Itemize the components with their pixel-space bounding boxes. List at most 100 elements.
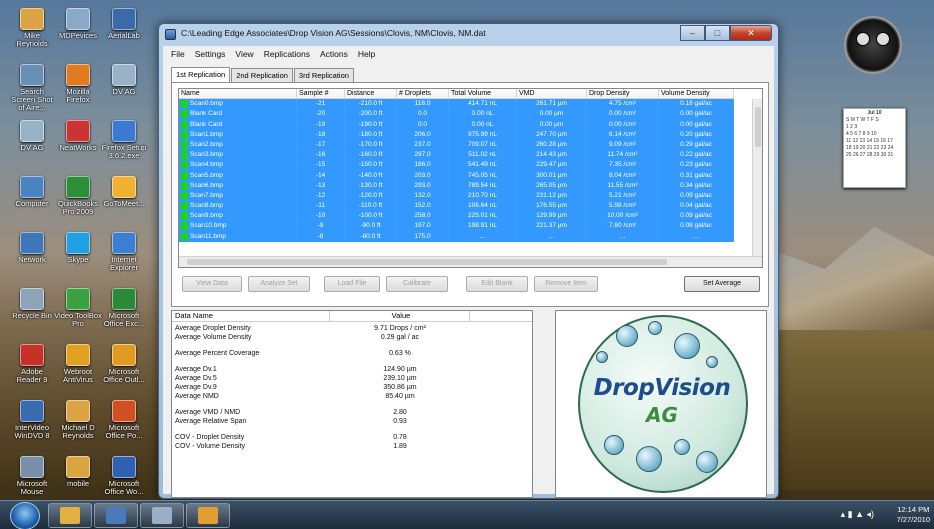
desktop-icon[interactable]: DV AG bbox=[100, 64, 148, 96]
calendar-row: 4 5 6 7 8 9 10 bbox=[846, 131, 877, 137]
table-row[interactable]: Scan5.bmp -14 -140.0 ft 203.0 745.05 nL 300.0… bbox=[179, 170, 762, 181]
column-header[interactable]: Volume Density bbox=[659, 89, 734, 100]
desktop-icon[interactable]: Adobe Reader 9 bbox=[8, 344, 56, 384]
table-row[interactable]: Scan3.bmp -16 -160.0 ft 297.0 511.02 nL 214.4… bbox=[179, 150, 762, 161]
stats-row: Average Dv.5 239.10 µm bbox=[172, 374, 532, 383]
desktop-icon[interactable]: Microsoft Office Outl... bbox=[100, 344, 148, 384]
table-cell: 0.23 gal/ac bbox=[659, 160, 734, 171]
column-header[interactable]: Total Volume bbox=[449, 89, 517, 100]
desktop-icon[interactable]: Internet Explorer bbox=[100, 232, 148, 272]
column-header[interactable]: # Droplets bbox=[397, 89, 449, 100]
column-header[interactable]: Distance bbox=[345, 89, 397, 100]
desktop-icon[interactable]: Microsoft Office Exc... bbox=[100, 288, 148, 328]
table-row[interactable]: Scan9.bmp -10 -100.0 ft 258.0 225.01 nL 129.9… bbox=[179, 211, 762, 222]
desktop-icon[interactable]: MDPevices bbox=[54, 8, 102, 40]
vertical-scrollbar[interactable] bbox=[752, 99, 762, 256]
scroll-thumb[interactable] bbox=[755, 107, 761, 147]
column-header[interactable]: Drop Density bbox=[587, 89, 659, 100]
table-row[interactable]: Scan2.bmp -17 -170.0 ft 237.0 709.07 nL 260.2… bbox=[179, 139, 762, 151]
desktop-icon[interactable]: Michael D Reynolds bbox=[54, 400, 102, 440]
row-name: Scan10.bmp bbox=[179, 221, 297, 232]
desktop-icon[interactable]: QuickBooks Pro 2009 bbox=[54, 176, 102, 216]
desktop-icon[interactable]: Mike Reynolds bbox=[8, 8, 56, 48]
maximize-button[interactable]: □ bbox=[705, 25, 730, 41]
edit-blank-button[interactable]: Edit Blank bbox=[466, 276, 528, 292]
status-indicator bbox=[181, 191, 188, 200]
stats-row: Average Dv.9 350.86 µm bbox=[172, 383, 532, 392]
close-button[interactable]: ✕ bbox=[730, 25, 772, 41]
table-row[interactable]: Scan11.bmp -8 -80.0 ft 175.0………… bbox=[179, 231, 762, 242]
system-tray[interactable]: ▴ ▮ ▲ ◂) bbox=[841, 509, 874, 520]
logo-bubble bbox=[596, 351, 608, 363]
tab-3rd-replication[interactable]: 3rd Replication bbox=[293, 68, 354, 82]
desktop-icon[interactable]: Microsoft Office Wo... bbox=[100, 456, 148, 496]
desktop-icon[interactable]: Webroot AntiVirus bbox=[54, 344, 102, 384]
table-row[interactable]: Blank Card -19 -190.0 ft 0.0 0.00 nL 0.00 µm 0… bbox=[179, 119, 762, 130]
table-cell: -90.0 ft bbox=[345, 221, 397, 232]
menu-replications[interactable]: Replications bbox=[259, 49, 315, 59]
desktop-icon[interactable]: AerialLab bbox=[100, 8, 148, 40]
taskbar-app[interactable] bbox=[140, 503, 184, 528]
stat-name: COV - Droplet Density bbox=[175, 434, 245, 441]
scan-grid[interactable]: Name Sample # Distance # Droplets Total Volu… bbox=[178, 88, 763, 268]
status-indicator bbox=[181, 100, 188, 109]
desktop-icon[interactable]: Video ToolBox Pro bbox=[54, 288, 102, 328]
scroll-thumb[interactable] bbox=[187, 259, 667, 265]
desktop-icon[interactable]: Network bbox=[8, 232, 56, 264]
taskbar-app[interactable] bbox=[186, 503, 230, 528]
desktop-icon[interactable]: Microsoft Office Po... bbox=[100, 400, 148, 440]
menu-file[interactable]: File bbox=[166, 49, 190, 59]
desktop-icon[interactable]: NeatWorks bbox=[54, 120, 102, 152]
row-name-text: Scan9.bmp bbox=[190, 212, 223, 220]
table-cell: 0.00 nL bbox=[449, 119, 517, 130]
view-data-button[interactable]: View Data bbox=[182, 276, 242, 292]
menu-help[interactable]: Help bbox=[353, 49, 380, 59]
desktop-icon[interactable]: Microsoft Mouse bbox=[8, 456, 56, 496]
table-row[interactable]: Scan0.bmp -21 -210.0 ft 118.0 414.71 nL 261.7… bbox=[179, 99, 762, 110]
table-row[interactable]: Scan7.bmp -12 -120.0 ft 132.0 210.70 nL 231.1… bbox=[179, 190, 762, 202]
set-average-button[interactable]: Set Average bbox=[684, 276, 760, 292]
column-header[interactable]: Sample # bbox=[297, 89, 345, 100]
logo-text: DropVision bbox=[593, 375, 731, 401]
tab-1st-replication[interactable]: 1st Replication bbox=[171, 67, 231, 82]
desktop-icon[interactable]: Firefox Setup 3.6.2.exe bbox=[100, 120, 148, 160]
desktop-icon[interactable]: Computer bbox=[8, 176, 56, 208]
calibrate-button[interactable]: Calibrate bbox=[386, 276, 448, 292]
desktop-icon[interactable]: mobile bbox=[54, 456, 102, 488]
table-cell: 118.0 bbox=[397, 99, 449, 110]
desktop-icon[interactable]: Skype bbox=[54, 232, 102, 264]
table-row[interactable]: Scan6.bmp -13 -130.0 ft 293.0 789.54 nL 265.0… bbox=[179, 180, 762, 191]
load-file-button[interactable]: Load File bbox=[324, 276, 380, 292]
desktop-icon[interactable]: Search Screen Shot of Aire... bbox=[8, 64, 56, 112]
taskbar-app[interactable] bbox=[94, 503, 138, 528]
shortcut-icon bbox=[66, 176, 90, 198]
desktop-icon[interactable]: GoToMeet... bbox=[100, 176, 148, 208]
column-header[interactable]: Name bbox=[179, 89, 297, 100]
table-row[interactable]: Scan1.bmp -18 -180.0 ft 206.0 975.99 nL 247.7… bbox=[179, 129, 762, 140]
minimize-button[interactable]: – bbox=[680, 25, 705, 41]
menu-actions[interactable]: Actions bbox=[315, 49, 353, 59]
remove-item-button[interactable]: Remove Item bbox=[534, 276, 598, 292]
table-row[interactable]: Scan10.bmp -9 -90.0 ft 197.0 198.91 nL 221.37… bbox=[179, 221, 762, 232]
taskbar-clock[interactable]: 12:14 PM 7/27/2010 bbox=[897, 505, 930, 525]
table-cell: 229.47 µm bbox=[517, 160, 587, 171]
desktop-icon[interactable]: Recycle Bin bbox=[8, 288, 56, 320]
desktop-icon[interactable]: InterVideo WinDVD 8 bbox=[8, 400, 56, 440]
desktop-icon[interactable]: DV AG bbox=[8, 120, 56, 152]
table-cell: 260.28 µm bbox=[517, 139, 587, 151]
title-bar[interactable]: C:\Leading Edge Associates\Drop Vision A… bbox=[159, 24, 778, 46]
table-row[interactable]: Scan8.bmp -11 -110.0 ft 152.0 106.64 nL 176.5… bbox=[179, 201, 762, 212]
column-header[interactable]: VMD bbox=[517, 89, 587, 100]
table-row[interactable]: Blank Card -20 -200.0 ft 0.0 0.00 nL 0.00 µm 0… bbox=[179, 109, 762, 120]
desktop-icon[interactable]: Mozilla Firefox bbox=[54, 64, 102, 104]
menu-settings[interactable]: Settings bbox=[190, 49, 231, 59]
analyze-set-button[interactable]: Analyze Set bbox=[248, 276, 310, 292]
desktop-icon-label: GoToMeet... bbox=[103, 199, 145, 208]
menu-view[interactable]: View bbox=[230, 49, 258, 59]
table-row[interactable]: Scan4.bmp -15 -150.0 ft 186.0 541.49 nL 229.4… bbox=[179, 160, 762, 171]
start-button[interactable] bbox=[10, 502, 40, 529]
taskbar-explorer[interactable] bbox=[48, 503, 92, 528]
horizontal-scrollbar[interactable] bbox=[179, 256, 762, 267]
desktop-icon-label: DV AG bbox=[20, 143, 44, 152]
tab-2nd-replication[interactable]: 2nd Replication bbox=[231, 68, 293, 82]
